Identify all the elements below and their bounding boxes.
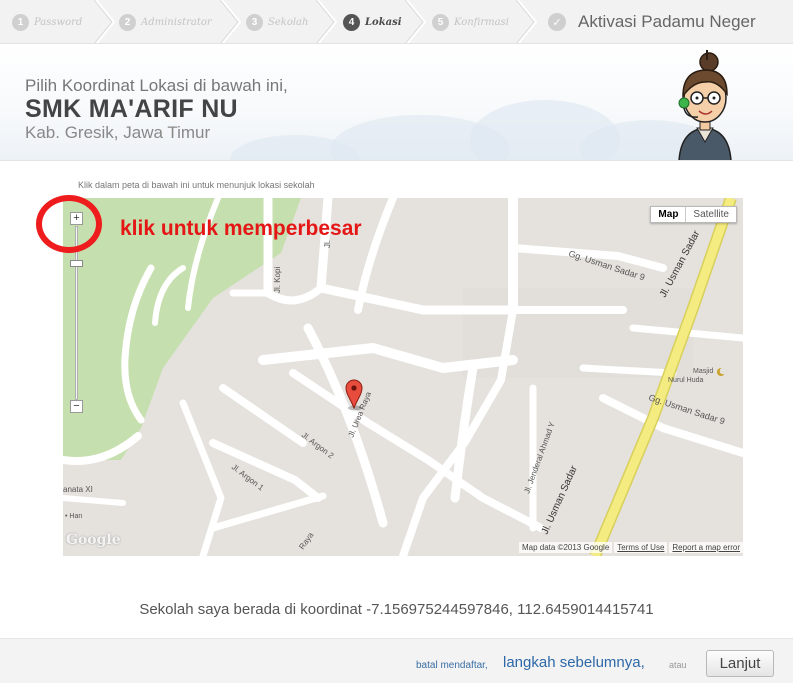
step-label: Lokasi (365, 16, 402, 28)
place-label: anata XI (63, 485, 93, 494)
previous-step-link[interactable]: langkah sebelumnya, (503, 654, 645, 671)
step-separator (94, 0, 116, 43)
step-password: 1 Password (12, 0, 83, 43)
map-attribution: Map data ©2013 Google Terms of Use Repor… (517, 542, 743, 553)
zoom-out-button[interactable]: − (70, 400, 83, 413)
mosque-icon (717, 367, 727, 376)
app-title-text: Aktivasi Padamu Neger (578, 12, 756, 31)
road-label: Jl. Usman Sadar (540, 464, 580, 537)
school-name: SMK MA'ARIF NU (25, 95, 238, 123)
road-label: Jl. Jenderal Ahmad Y (522, 420, 556, 495)
place-label: Nurul Huda (668, 377, 704, 384)
step-number: 4 (343, 13, 360, 31)
step-number: 3 (246, 13, 263, 31)
next-button[interactable]: Lanjut (706, 650, 774, 677)
annotation-text: klik untuk memperbesar (120, 217, 362, 240)
step-separator (405, 0, 427, 43)
step-number: 1 (12, 13, 29, 31)
step-separator (316, 0, 338, 43)
step-number: 2 (119, 13, 136, 31)
or-text: atau (669, 660, 687, 670)
map-type-satellite-button[interactable]: Satellite (686, 207, 736, 222)
location-map[interactable]: Gg. Usman Sadar 9 Gg. Usman Sadar 9 Jl. … (63, 198, 743, 556)
road-label: Raya (297, 530, 315, 551)
step-label: Sekolah (268, 16, 309, 28)
check-icon: ✓ (548, 13, 566, 31)
step-label: Administrator (141, 16, 212, 28)
app-title: ✓ Aktivasi Padamu Neger (548, 0, 756, 43)
place-label: Masjid (693, 368, 713, 375)
step-number: 5 (432, 13, 449, 31)
step-konfirmasi: 5 Konfirmasi (432, 0, 509, 43)
footer-bar: batal mendaftar, langkah sebelumnya, ata… (0, 638, 793, 683)
zoom-slider-handle[interactable] (70, 260, 83, 267)
step-separator (220, 0, 242, 43)
school-location: Kab. Gresik, Jawa Timur (25, 123, 211, 142)
map-type-map-button[interactable]: Map (651, 207, 687, 222)
map-instruction: Klik dalam peta di bawah ini untuk menun… (78, 180, 315, 190)
coordinate-readout: Sekolah saya berada di koordinat -7.1569… (139, 601, 654, 618)
page-header: Pilih Koordinat Lokasi di bawah ini, SMK… (0, 45, 793, 161)
step-sekolah: 3 Sekolah (246, 0, 309, 43)
google-logo: Google (66, 532, 121, 548)
road-label: Jl. (323, 240, 332, 248)
road-label: Jl. Kopi (273, 267, 282, 293)
header-instruction: Pilih Koordinat Lokasi di bawah ini, (25, 76, 288, 95)
wizard-steps-bar: 1 Password 2 Administrator 3 Sekolah 4 L… (0, 0, 793, 44)
cancel-registration-link[interactable]: batal mendaftar, (416, 660, 488, 671)
step-label: Konfirmasi (454, 16, 509, 28)
step-lokasi: 4 Lokasi (343, 0, 402, 43)
map-data-text: Map data ©2013 Google (518, 542, 613, 553)
step-label: Password (34, 16, 83, 28)
annotation-circle (36, 195, 102, 253)
map-type-control: Map Satellite (650, 206, 737, 223)
step-administrator: 2 Administrator (119, 0, 212, 43)
report-error-link[interactable]: Report a map error (669, 542, 743, 553)
step-separator (516, 0, 538, 43)
map-canvas[interactable]: Gg. Usman Sadar 9 Gg. Usman Sadar 9 Jl. … (63, 198, 743, 556)
terms-of-use-link[interactable]: Terms of Use (614, 542, 668, 553)
place-label: • Han (65, 513, 82, 520)
operator-avatar-icon (678, 50, 732, 160)
